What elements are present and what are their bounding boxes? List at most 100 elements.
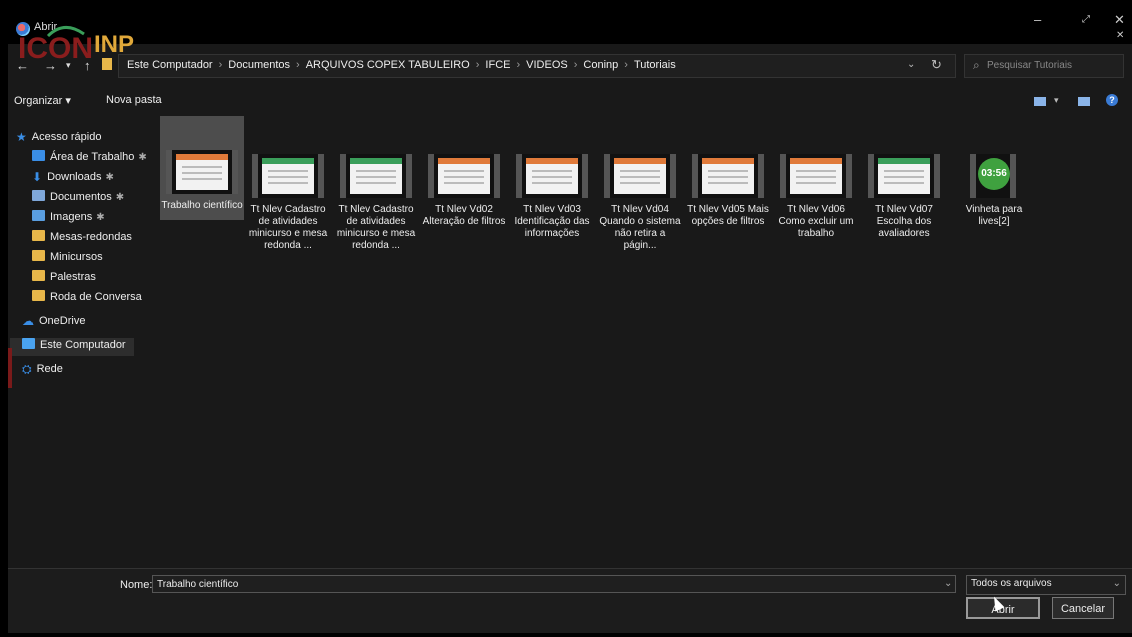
refresh-icon[interactable]: ↻ bbox=[931, 57, 942, 73]
app-icon bbox=[16, 22, 30, 36]
cancel-button[interactable]: Cancelar bbox=[1052, 597, 1114, 619]
breadcrumb-separator[interactable]: › bbox=[624, 59, 628, 71]
thumbnail-screen bbox=[526, 158, 578, 194]
sidebar-item-onedrive[interactable]: ☁ OneDrive bbox=[22, 314, 85, 332]
breadcrumb-item[interactable]: ARQUIVOS COPEX TABULEIRO bbox=[306, 59, 470, 71]
thumbnail-line bbox=[708, 182, 748, 184]
sidebar-item-label: Mesas-redondas bbox=[50, 231, 132, 243]
sidebar-item-roda-de-conversa[interactable]: Roda de Conversa bbox=[32, 290, 142, 308]
breadcrumb-separator[interactable]: › bbox=[516, 59, 520, 71]
thumbnail-header bbox=[262, 158, 314, 164]
video-thumbnail bbox=[252, 154, 324, 198]
sidebar-item-acesso-r-pido[interactable]: ★ Acesso rápido bbox=[16, 130, 101, 148]
sidebar-item-label: Palestras bbox=[50, 271, 96, 283]
thumbnail-line bbox=[444, 176, 484, 178]
file-name: Vinheta para lives[2] bbox=[965, 204, 1023, 227]
document-icon bbox=[32, 190, 45, 201]
thumbnail-line bbox=[620, 170, 660, 172]
back-button[interactable]: ← bbox=[16, 58, 29, 73]
search-input[interactable]: ⌕ Pesquisar Tutoriais bbox=[964, 54, 1124, 78]
video-thumbnail bbox=[340, 154, 412, 198]
breadcrumb-item[interactable]: Documentos bbox=[228, 59, 290, 71]
sidebar-item-rede[interactable]: ⛭ Rede bbox=[22, 362, 63, 380]
open-button[interactable]: Abrir bbox=[966, 597, 1040, 619]
sidebar-item--rea-de-trabalho[interactable]: Área de Trabalho ✱ bbox=[32, 150, 147, 168]
sidebar-item-label: Minicursos bbox=[50, 251, 103, 263]
address-row: ← → ▾ ↑ Este Computador › Documentos › ARQUI… bbox=[8, 48, 1132, 82]
search-placeholder: Pesquisar Tutoriais bbox=[987, 60, 1073, 71]
thumbnail-line bbox=[182, 172, 222, 174]
folder-icon bbox=[32, 230, 45, 241]
sidebar-item-minicursos[interactable]: Minicursos bbox=[32, 250, 103, 268]
minimize-button[interactable]: – bbox=[1034, 12, 1041, 27]
video-thumbnail bbox=[780, 154, 852, 198]
sidebar-item-label: OneDrive bbox=[39, 315, 86, 327]
download-icon: ⬇ bbox=[32, 170, 43, 184]
sidebar-item-label: Imagens bbox=[50, 211, 93, 223]
organize-button[interactable]: Organizar ▾ bbox=[14, 94, 71, 107]
sidebar-item-este-computador[interactable]: Este Computador bbox=[10, 338, 134, 356]
preview-pane-icon[interactable] bbox=[1078, 97, 1090, 106]
thumbnail-line bbox=[356, 170, 396, 172]
desktop-icon bbox=[32, 150, 45, 161]
file-name: Tt Nlev Cadastro de atividades minicurso… bbox=[336, 204, 416, 251]
sidebar-item-palestras[interactable]: Palestras bbox=[32, 270, 96, 288]
video-thumbnail bbox=[516, 154, 588, 198]
thumbnail-screen bbox=[702, 158, 754, 194]
sidebar-item-label: Documentos bbox=[50, 191, 112, 203]
maximize-button[interactable]: ⤢ bbox=[1082, 14, 1090, 25]
thumbnail-header bbox=[878, 158, 930, 164]
chevron-down-icon[interactable]: ⌄ bbox=[944, 578, 952, 589]
view-dropdown-icon[interactable]: ▾ bbox=[1054, 95, 1059, 106]
close-button[interactable]: ✕ bbox=[1114, 12, 1125, 28]
star-icon: ★ bbox=[16, 130, 27, 144]
up-button[interactable]: ↑ bbox=[84, 58, 91, 73]
thumbnail-line bbox=[268, 170, 308, 172]
thumbnail-line bbox=[620, 182, 660, 184]
new-folder-button[interactable]: Nova pasta bbox=[106, 94, 162, 106]
thumbnail-line bbox=[884, 182, 924, 184]
sidebar-item-documentos[interactable]: Documentos ✱ bbox=[32, 190, 124, 208]
folder-icon bbox=[32, 290, 45, 301]
video-thumbnail bbox=[692, 154, 764, 198]
breadcrumb-item[interactable]: VIDEOS bbox=[526, 59, 568, 71]
folder-icon bbox=[32, 250, 45, 261]
video-thumbnail bbox=[868, 154, 940, 198]
thumbnail-line bbox=[268, 182, 308, 184]
chevron-down-icon[interactable]: ⌄ bbox=[907, 59, 915, 70]
recent-locations-button[interactable]: ▾ bbox=[66, 60, 71, 71]
computer-icon bbox=[22, 338, 35, 349]
file-item[interactable]: Trabalho científico bbox=[160, 116, 244, 220]
breadcrumb-item[interactable]: Tutoriais bbox=[634, 59, 676, 71]
thumbnail-line bbox=[796, 176, 836, 178]
sidebar-item-imagens[interactable]: Imagens ✱ bbox=[32, 210, 105, 228]
search-icon: ⌕ bbox=[973, 58, 980, 72]
address-bar[interactable]: Este Computador › Documentos › ARQUIVOS COPE… bbox=[118, 54, 956, 78]
sidebar-item-downloads[interactable]: ⬇ Downloads ✱ bbox=[32, 170, 114, 188]
close-icon[interactable]: ✕ bbox=[1116, 30, 1124, 41]
breadcrumb-separator[interactable]: › bbox=[574, 59, 578, 71]
breadcrumb-separator[interactable]: › bbox=[219, 59, 223, 71]
file-type-select[interactable]: Todos os arquivos ⌄ bbox=[966, 575, 1126, 595]
thumbnail-line bbox=[620, 176, 660, 178]
breadcrumb-separator[interactable]: › bbox=[296, 59, 300, 71]
video-thumbnail bbox=[428, 154, 500, 198]
thumbnail-line bbox=[182, 178, 222, 180]
view-icon[interactable] bbox=[1034, 97, 1046, 106]
file-name-input[interactable] bbox=[152, 575, 956, 593]
breadcrumb-separator[interactable]: › bbox=[476, 59, 480, 71]
breadcrumb-item[interactable]: Este Computador bbox=[127, 59, 213, 71]
file-name: Tt Nlev Vd05 Mais opções de filtros bbox=[687, 204, 769, 227]
cloud-icon: ☁ bbox=[22, 314, 34, 328]
sidebar-item-label: Downloads bbox=[47, 171, 102, 183]
sidebar-item-mesas-redondas[interactable]: Mesas-redondas bbox=[32, 230, 132, 248]
command-bar: Organizar ▾ Nova pasta ▾ ? bbox=[8, 88, 1132, 114]
image-icon bbox=[32, 210, 45, 221]
thumbnail-line bbox=[796, 182, 836, 184]
breadcrumb-item[interactable]: Coninp bbox=[583, 59, 618, 71]
help-icon[interactable]: ? bbox=[1106, 94, 1118, 106]
file-type-value: Todos os arquivos bbox=[971, 578, 1052, 589]
breadcrumb-item[interactable]: IFCE bbox=[485, 59, 510, 71]
forward-button[interactable]: → bbox=[44, 58, 57, 73]
breadcrumb: Este Computador › Documentos › ARQUIVOS COPE… bbox=[127, 59, 676, 71]
